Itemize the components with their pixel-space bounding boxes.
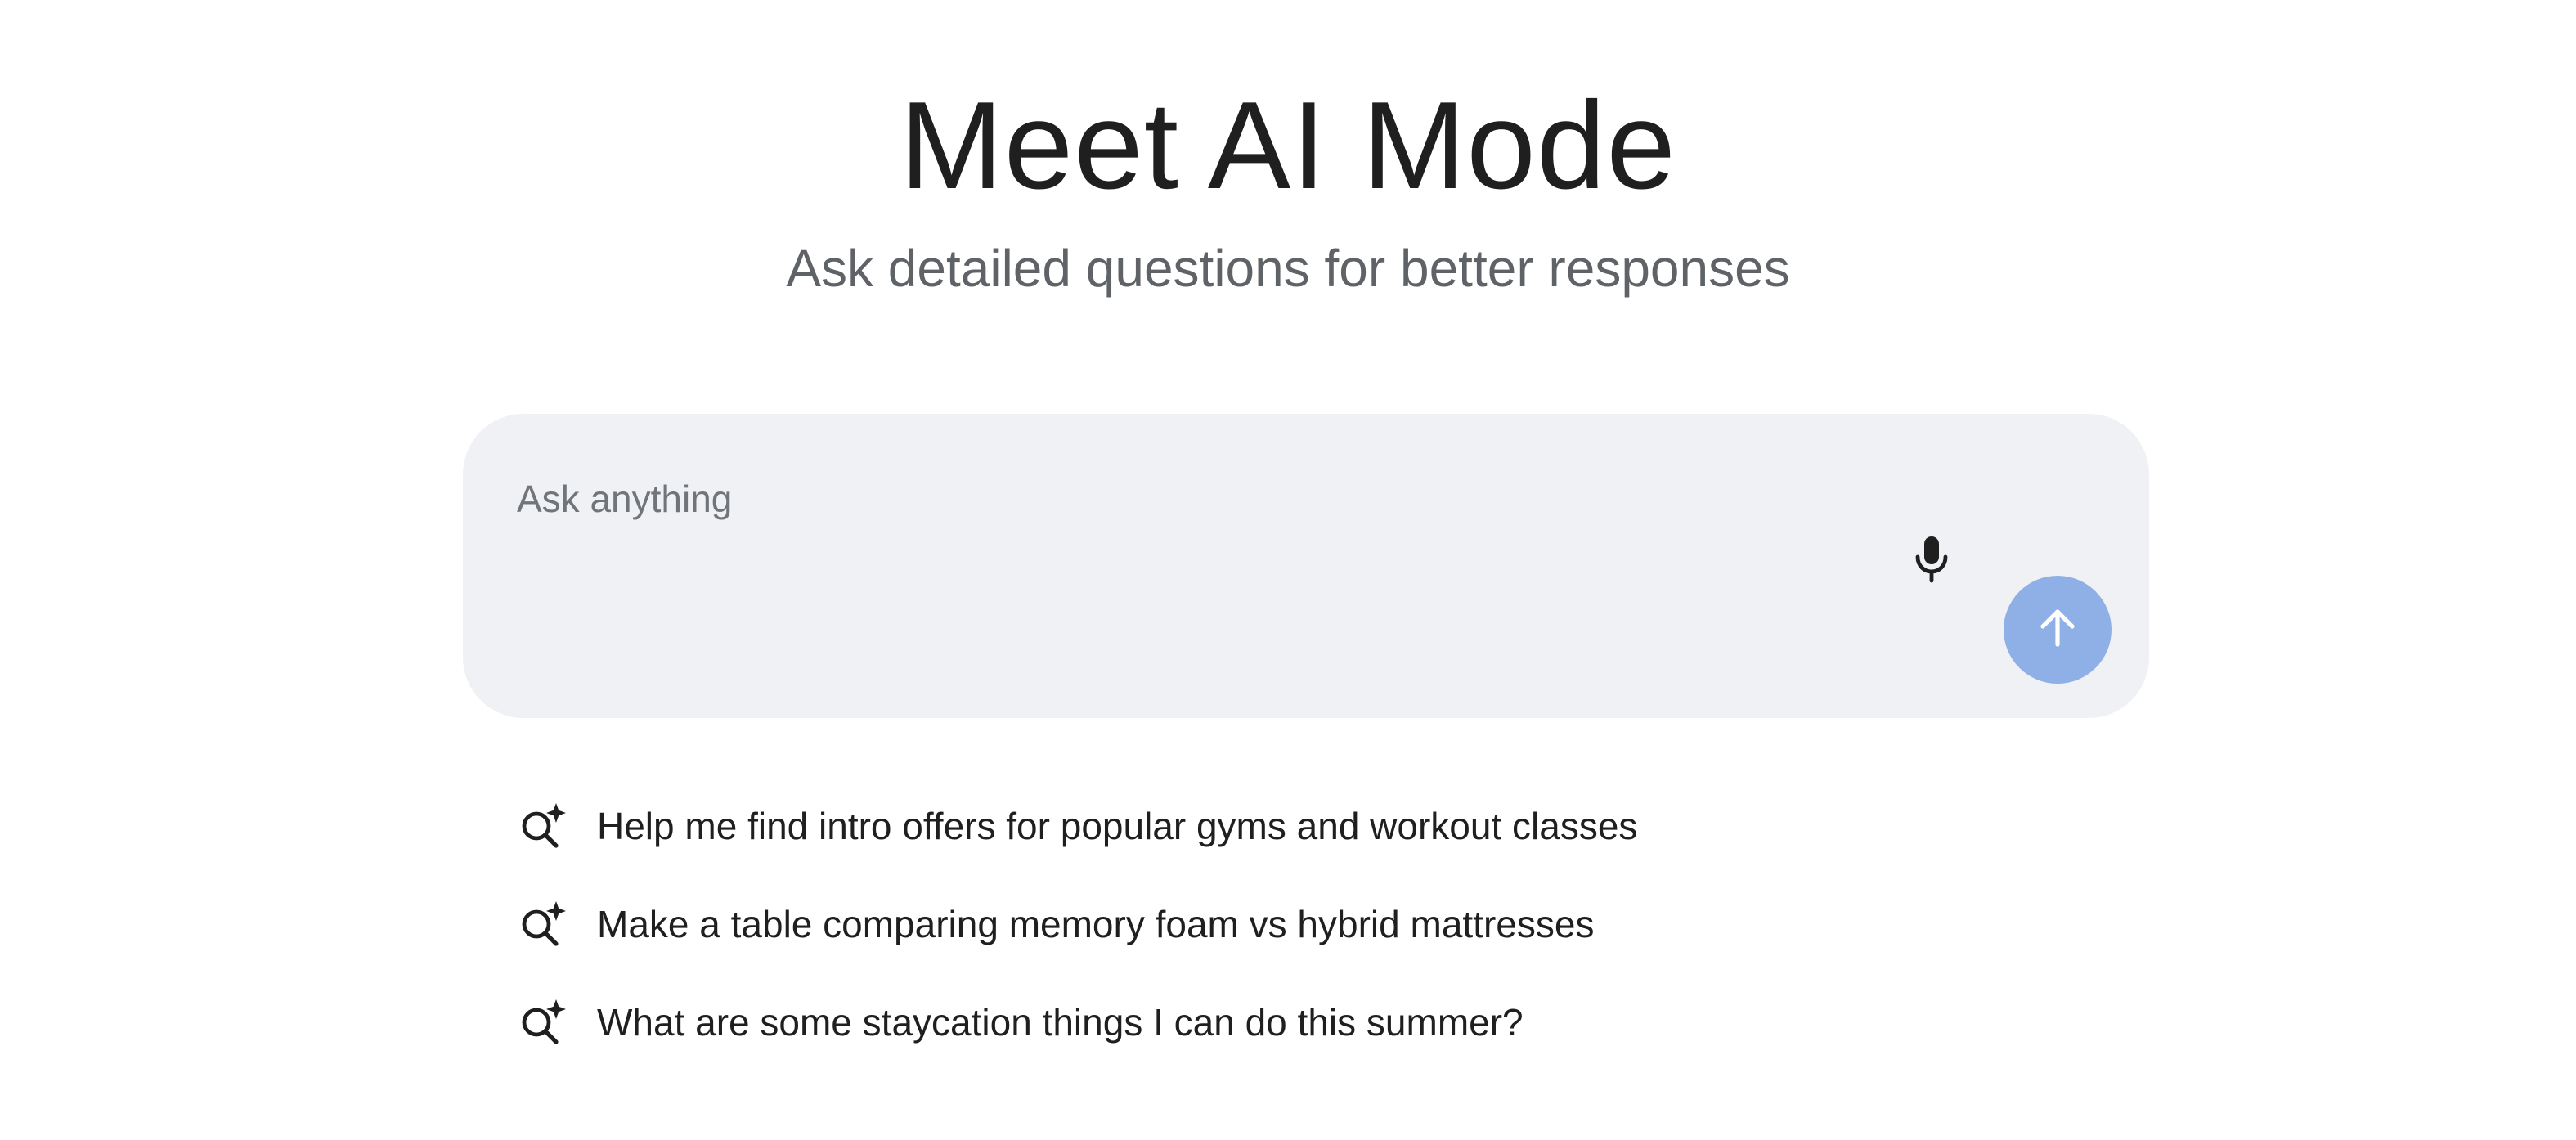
prompt-input[interactable] xyxy=(517,460,1907,538)
microphone-icon xyxy=(1910,535,1953,588)
page-title: Meet AI Mode xyxy=(900,76,1676,215)
suggestion-label: Make a table comparing memory foam vs hy… xyxy=(597,903,1595,945)
suggestion-item[interactable]: Make a table comparing memory foam vs hy… xyxy=(517,875,2071,973)
prompt-composer xyxy=(463,414,2149,718)
search-sparkle-icon xyxy=(517,898,569,950)
page-subtitle: Ask detailed questions for better respon… xyxy=(786,239,1790,298)
send-button[interactable] xyxy=(2004,576,2112,684)
ai-mode-landing: Meet AI Mode Ask detailed questions for … xyxy=(0,0,2576,1140)
suggestion-item[interactable]: Help me find intro offers for popular gy… xyxy=(517,777,2071,875)
suggestion-item[interactable]: What are some staycation things I can do… xyxy=(517,973,2071,1071)
suggestion-label: What are some staycation things I can do… xyxy=(597,1001,1524,1044)
arrow-up-icon xyxy=(2035,605,2080,655)
suggestion-list: Help me find intro offers for popular gy… xyxy=(517,777,2071,1071)
suggestion-label: Help me find intro offers for popular gy… xyxy=(597,805,1638,847)
voice-input-button[interactable] xyxy=(1892,522,1971,600)
search-sparkle-icon xyxy=(517,996,569,1048)
search-sparkle-icon xyxy=(517,800,569,852)
